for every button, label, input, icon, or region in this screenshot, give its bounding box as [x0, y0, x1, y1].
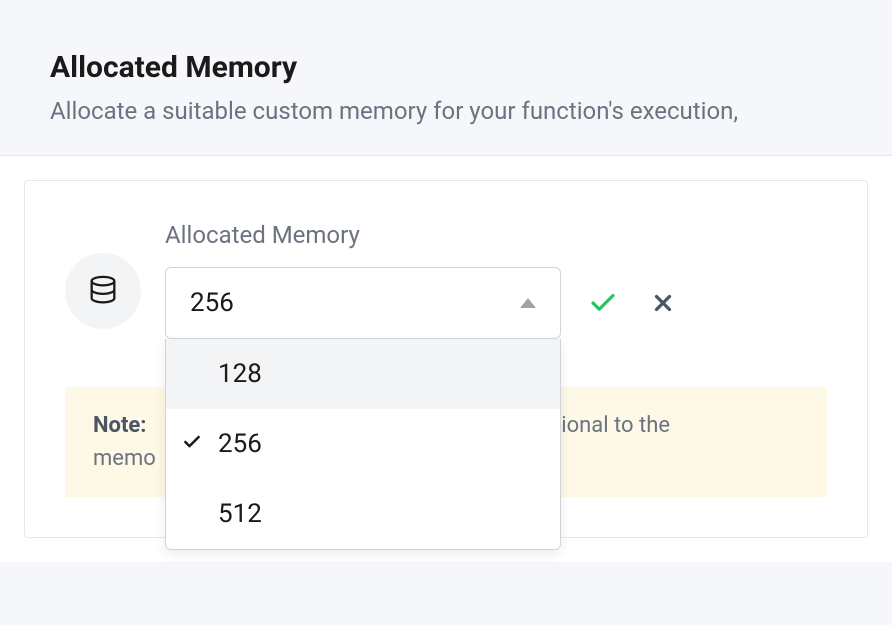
page-subtitle: Allocate a suitable custom memory for yo… — [50, 97, 842, 125]
dropdown-option-512[interactable]: 512 — [166, 479, 560, 549]
confirm-button[interactable] — [585, 285, 621, 321]
page-title: Allocated Memory — [50, 50, 842, 85]
option-label: 512 — [218, 499, 262, 529]
header-section: Allocated Memory Allocate a suitable cus… — [0, 0, 892, 156]
field-label: Allocated Memory — [165, 221, 827, 249]
dropdown-option-128[interactable]: 128 — [166, 339, 560, 409]
option-label: 128 — [218, 359, 262, 389]
option-label: 256 — [218, 429, 262, 459]
database-icon — [86, 274, 120, 308]
content-area: Allocated Memory 256 128 — [0, 156, 892, 562]
memory-select[interactable]: 256 — [165, 267, 561, 339]
memory-dropdown: 128 256 512 — [165, 339, 561, 550]
select-wrapper: 256 128 — [165, 267, 561, 339]
close-icon — [650, 290, 676, 316]
select-value: 256 — [190, 288, 234, 318]
caret-up-icon — [520, 298, 536, 308]
cancel-button[interactable] — [645, 285, 681, 321]
select-row: 256 128 — [165, 267, 827, 339]
memory-card: Allocated Memory 256 128 — [24, 180, 868, 538]
field-row: Allocated Memory 256 128 — [65, 221, 827, 339]
dropdown-option-256[interactable]: 256 — [166, 409, 560, 479]
check-icon — [182, 429, 202, 459]
check-icon — [588, 288, 618, 318]
database-icon-circle — [65, 253, 141, 329]
note-right: ional to the — [561, 413, 670, 438]
note-left: memo — [93, 446, 156, 471]
note-label: Note: — [93, 413, 146, 438]
field-content: Allocated Memory 256 128 — [165, 221, 827, 339]
